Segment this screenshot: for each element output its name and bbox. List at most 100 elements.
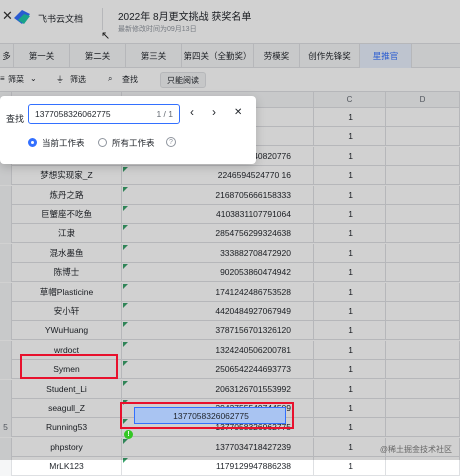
- column-d-cell[interactable]: [386, 166, 460, 186]
- column-header-c[interactable]: C: [314, 92, 386, 108]
- next-result-icon[interactable]: ›: [212, 105, 216, 119]
- column-d-cell[interactable]: [386, 224, 460, 244]
- tab-level-4[interactable]: 第四关（全勤奖）: [182, 44, 254, 68]
- column-d-cell[interactable]: [386, 127, 460, 147]
- column-d-cell[interactable]: [386, 321, 460, 341]
- app-name[interactable]: 飞书云文档: [38, 12, 83, 25]
- row-number-cell[interactable]: [0, 379, 12, 399]
- column-c-cell[interactable]: 1: [314, 166, 386, 186]
- id-cell[interactable]: 2854756299324638: [122, 224, 314, 244]
- id-cell[interactable]: 4420484927067949: [122, 302, 314, 321]
- id-cell[interactable]: 333882708472920: [122, 243, 314, 263]
- name-cell[interactable]: phpstory: [12, 437, 122, 457]
- filter-menu-button[interactable]: 筛菜: [8, 74, 24, 85]
- tab-level-3[interactable]: 第三关: [126, 44, 182, 68]
- id-cell[interactable]: 4103831107791064: [122, 205, 314, 224]
- scope-current-label[interactable]: 当前工作表: [42, 137, 85, 149]
- row-number-cell[interactable]: [0, 205, 12, 224]
- name-cell[interactable]: 混水墨鱼: [12, 243, 122, 263]
- column-c-cell[interactable]: 1: [314, 127, 386, 147]
- menu-icon[interactable]: ≡: [0, 74, 5, 83]
- id-cell[interactable]: 1741242486753528: [122, 282, 314, 302]
- find-button[interactable]: 查找: [122, 74, 138, 85]
- column-d-cell[interactable]: [386, 205, 460, 224]
- help-icon[interactable]: ?: [166, 137, 176, 147]
- row-number-cell[interactable]: [0, 360, 12, 380]
- column-c-cell[interactable]: 1: [314, 224, 386, 244]
- tab-pioneer[interactable]: 创作先锋奖: [300, 44, 360, 68]
- column-c-cell[interactable]: 1: [314, 243, 386, 263]
- column-d-cell[interactable]: [386, 340, 460, 360]
- row-number-cell[interactable]: [0, 263, 12, 283]
- row-number-cell[interactable]: [0, 243, 12, 263]
- id-cell[interactable]: 1377034718427239: [122, 437, 314, 457]
- filter-button[interactable]: 筛选: [70, 74, 86, 85]
- scope-current-radio[interactable]: [28, 138, 37, 147]
- row-number-cell[interactable]: [0, 437, 12, 457]
- name-cell[interactable]: Running53: [12, 418, 122, 438]
- name-cell[interactable]: Student_Li: [12, 379, 122, 399]
- column-d-cell[interactable]: [386, 282, 460, 302]
- id-cell[interactable]: 2246594524770 16: [122, 166, 314, 186]
- row-number-cell[interactable]: [0, 282, 12, 302]
- column-d-cell[interactable]: [386, 263, 460, 283]
- column-c-cell[interactable]: 1: [314, 263, 386, 283]
- chevron-down-icon[interactable]: ⌄: [30, 74, 37, 83]
- column-d-cell[interactable]: [386, 108, 460, 127]
- column-d-cell[interactable]: [386, 379, 460, 399]
- row-number-cell[interactable]: [0, 166, 12, 186]
- column-c-cell[interactable]: 1: [314, 340, 386, 360]
- tab-level-2[interactable]: 第二关: [70, 44, 126, 68]
- column-c-cell[interactable]: 1: [314, 399, 386, 418]
- name-cell[interactable]: 江隶: [12, 224, 122, 244]
- name-cell[interactable]: 陈博士: [12, 263, 122, 283]
- row-number-cell[interactable]: [0, 399, 12, 418]
- id-cell[interactable]: 902053860474942: [122, 263, 314, 283]
- column-c-cell[interactable]: 1: [314, 379, 386, 399]
- row-number-cell[interactable]: [0, 457, 12, 476]
- row-number-cell[interactable]: [0, 321, 12, 341]
- name-cell[interactable]: MrLK123: [12, 457, 122, 476]
- scope-all-radio[interactable]: [98, 138, 107, 147]
- name-cell[interactable]: 梦想实现家_Z: [12, 166, 122, 186]
- row-number-cell[interactable]: [0, 224, 12, 244]
- column-c-cell[interactable]: 1: [314, 282, 386, 302]
- column-c-cell[interactable]: 1: [314, 302, 386, 321]
- column-c-cell[interactable]: 1: [314, 418, 386, 438]
- tab-model-worker[interactable]: 劳模奖: [254, 44, 300, 68]
- id-cell[interactable]: 2506542244693773: [122, 360, 314, 380]
- column-d-cell[interactable]: [386, 399, 460, 418]
- column-c-cell[interactable]: 1: [314, 146, 386, 166]
- name-cell[interactable]: 草帽Plasticine: [12, 282, 122, 302]
- id-cell[interactable]: 1324240506200781: [122, 340, 314, 360]
- name-cell[interactable]: 炼丹之路: [12, 185, 122, 205]
- id-cell[interactable]: 3787156701326120: [122, 321, 314, 341]
- tab-0[interactable]: 多: [0, 44, 14, 68]
- column-c-cell[interactable]: 1: [314, 437, 386, 457]
- id-cell[interactable]: 1179129947886238: [122, 457, 314, 476]
- id-cell[interactable]: 2063126701553992: [122, 379, 314, 399]
- column-header-d[interactable]: D: [386, 92, 460, 108]
- id-cell[interactable]: 2168705666158333: [122, 185, 314, 205]
- column-c-cell[interactable]: 1: [314, 321, 386, 341]
- name-cell[interactable]: 安小轩: [12, 302, 122, 321]
- column-d-cell[interactable]: [386, 302, 460, 321]
- column-d-cell[interactable]: [386, 243, 460, 263]
- column-c-cell[interactable]: 1: [314, 360, 386, 380]
- name-cell[interactable]: 巨蟹座不吃鱼: [12, 205, 122, 224]
- column-d-cell[interactable]: [386, 146, 460, 166]
- name-cell[interactable]: seagull_Z: [12, 399, 122, 418]
- previous-result-icon[interactable]: ‹: [190, 105, 194, 119]
- column-c-cell[interactable]: 1: [314, 108, 386, 127]
- tab-recommender[interactable]: 星推官: [360, 44, 412, 68]
- column-c-cell[interactable]: 1: [314, 185, 386, 205]
- close-find-icon[interactable]: ✕: [234, 107, 242, 118]
- row-number-cell[interactable]: [0, 302, 12, 321]
- find-input[interactable]: 1377058326062775 1 / 1: [28, 104, 180, 124]
- column-d-cell[interactable]: [386, 360, 460, 380]
- document-title[interactable]: 2022年 8月更文挑战 获奖名单: [118, 8, 251, 23]
- column-d-cell[interactable]: [386, 185, 460, 205]
- column-c-cell[interactable]: 1: [314, 457, 386, 476]
- row-number-cell[interactable]: [0, 185, 12, 205]
- column-d-cell[interactable]: [386, 457, 460, 476]
